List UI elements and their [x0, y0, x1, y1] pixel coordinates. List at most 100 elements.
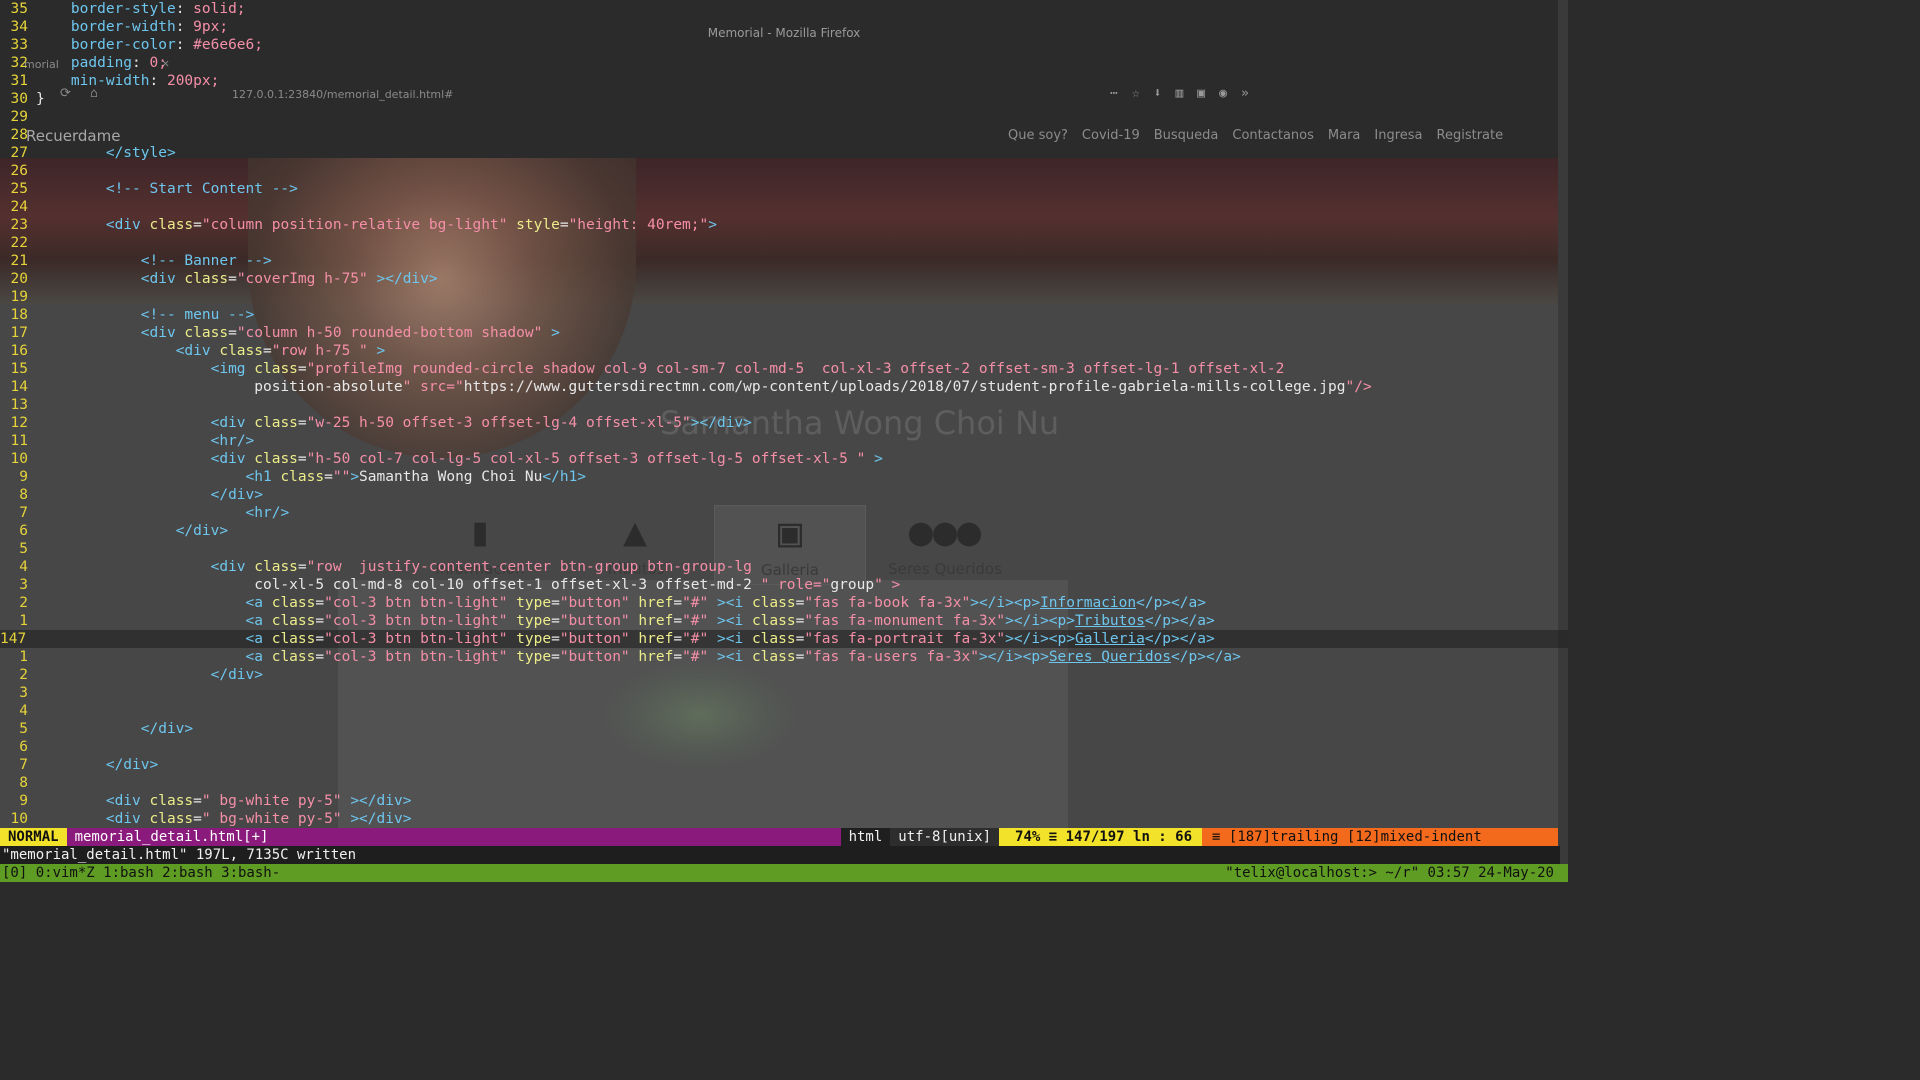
line-number: 31: [10, 73, 28, 89]
line-number: 16: [10, 343, 28, 359]
code-line[interactable]: 24: [0, 198, 1568, 216]
line-number: 147: [0, 631, 27, 647]
line-text: border-style: solid;: [70, 1, 246, 17]
code-line[interactable]: 10 <div class=" bg-white py-5" ></div>: [0, 810, 1568, 828]
line-number: 20: [10, 271, 28, 287]
code-line[interactable]: 34 border-width: 9px;: [0, 18, 1568, 36]
code-line[interactable]: 147 <a class="col-3 btn btn-light" type=…: [0, 630, 1568, 648]
code-line[interactable]: 14 position-absolute" src="https://www.g…: [0, 378, 1568, 396]
status-line: NORMAL memorial_detail.html[+] html utf-…: [0, 828, 1558, 846]
line-text: <div class=" bg-white py-5" ></div>: [105, 811, 412, 827]
line-number: 11: [10, 433, 28, 449]
code-line[interactable]: 2 <a class="col-3 btn btn-light" type="b…: [0, 594, 1568, 612]
line-text: <div class="row h-75 " >: [175, 343, 386, 359]
code-line[interactable]: 13: [0, 396, 1568, 414]
line-text: <a class="col-3 btn btn-light" type="but…: [245, 613, 1215, 629]
line-text: <div class=" bg-white py-5" ></div>: [105, 793, 412, 809]
line-number: 13: [10, 397, 28, 413]
line-number: 7: [19, 757, 28, 773]
line-number: 14: [10, 379, 28, 395]
code-line[interactable]: 30}: [0, 90, 1568, 108]
line-number: 27: [10, 145, 28, 161]
code-line[interactable]: 12 <div class="w-25 h-50 offset-3 offset…: [0, 414, 1568, 432]
line-number: 6: [19, 739, 28, 755]
line-number: 3: [19, 577, 28, 593]
code-line[interactable]: 23 <div class="column position-relative …: [0, 216, 1568, 234]
line-number: 30: [10, 91, 28, 107]
line-text: <div class="column h-50 rounded-bottom s…: [140, 325, 560, 341]
code-line[interactable]: 28: [0, 126, 1568, 144]
code-line[interactable]: 3: [0, 684, 1568, 702]
line-number: 29: [10, 109, 28, 125]
code-line[interactable]: 7 </div>: [0, 756, 1568, 774]
code-line[interactable]: 19: [0, 288, 1568, 306]
line-number: 3: [19, 685, 28, 701]
code-line[interactable]: 7 <hr/>: [0, 504, 1568, 522]
line-number: 32: [10, 55, 28, 71]
line-text: <a class="col-3 btn btn-light" type="but…: [245, 595, 1206, 611]
code-line[interactable]: 21 <!-- Banner -->: [0, 252, 1568, 270]
code-line[interactable]: 15 <img class="profileImg rounded-circle…: [0, 360, 1568, 378]
status-encoding: utf-8[unix]: [890, 828, 1000, 846]
command-line[interactable]: "memorial_detail.html" 197L, 7135C writt…: [0, 846, 1560, 864]
code-line[interactable]: 17 <div class="column h-50 rounded-botto…: [0, 324, 1568, 342]
code-line[interactable]: 16 <div class="row h-75 " >: [0, 342, 1568, 360]
code-line[interactable]: 26: [0, 162, 1568, 180]
line-text: <img class="profileImg rounded-circle sh…: [210, 361, 1285, 377]
code-line[interactable]: 3 col-xl-5 col-md-8 col-10 offset-1 offs…: [0, 576, 1568, 594]
code-line[interactable]: 35 border-style: solid;: [0, 0, 1568, 18]
code-line[interactable]: 18 <!-- menu -->: [0, 306, 1568, 324]
code-line[interactable]: 1 <a class="col-3 btn btn-light" type="b…: [0, 612, 1568, 630]
code-line[interactable]: 11 <hr/>: [0, 432, 1568, 450]
mode-indicator: NORMAL: [0, 828, 67, 846]
line-number: 33: [10, 37, 28, 53]
code-line[interactable]: 8: [0, 774, 1568, 792]
code-line[interactable]: 5 </div>: [0, 720, 1568, 738]
code-line[interactable]: 4 <div class="row justify-content-center…: [0, 558, 1568, 576]
line-number: 25: [10, 181, 28, 197]
line-number: 23: [10, 217, 28, 233]
code-line[interactable]: 22: [0, 234, 1568, 252]
line-number: 12: [10, 415, 28, 431]
line-text: border-width: 9px;: [70, 19, 229, 35]
tmux-windows[interactable]: [0] 0:vim*Z 1:bash 2:bash 3:bash-: [2, 864, 280, 882]
code-line[interactable]: 2 </div>: [0, 666, 1568, 684]
line-text: border-color: #e6e6e6;: [70, 37, 263, 53]
line-number: 9: [19, 793, 28, 809]
code-line[interactable]: 27 </style>: [0, 144, 1568, 162]
line-text: <h1 class="">Samantha Wong Choi Nu</h1>: [245, 469, 587, 485]
line-number: 15: [10, 361, 28, 377]
line-number: 7: [19, 505, 28, 521]
code-line[interactable]: 10 <div class="h-50 col-7 col-lg-5 col-x…: [0, 450, 1568, 468]
code-line[interactable]: 6 </div>: [0, 522, 1568, 540]
code-line[interactable]: 6: [0, 738, 1568, 756]
code-line[interactable]: 31 min-width: 200px;: [0, 72, 1568, 90]
code-line[interactable]: 33 border-color: #e6e6e6;: [0, 36, 1568, 54]
line-number: 2: [19, 667, 28, 683]
code-line[interactable]: 8 </div>: [0, 486, 1568, 504]
code-line[interactable]: 1 <a class="col-3 btn btn-light" type="b…: [0, 648, 1568, 666]
code-line[interactable]: 5: [0, 540, 1568, 558]
code-buffer[interactable]: 35 border-style: solid; 34 border-width: …: [0, 0, 1568, 828]
code-line[interactable]: 32 padding: 0;: [0, 54, 1568, 72]
line-number: 34: [10, 19, 28, 35]
code-line[interactable]: 25 <!-- Start Content -->: [0, 180, 1568, 198]
line-text: <hr/>: [245, 505, 290, 521]
line-text: <a class="col-3 btn btn-light" type="but…: [245, 631, 1215, 647]
status-filetype: html: [840, 828, 891, 846]
line-number: 1: [19, 613, 28, 629]
tmux-status-bar: [0] 0:vim*Z 1:bash 2:bash 3:bash- "telix…: [0, 864, 1568, 882]
vim-editor: 35 border-style: solid; 34 border-width: …: [0, 0, 1568, 882]
line-text: <!-- Banner -->: [36, 253, 272, 269]
code-line[interactable]: 29: [0, 108, 1568, 126]
line-number: 8: [19, 487, 28, 503]
code-line[interactable]: 9 <div class=" bg-white py-5" ></div>: [0, 792, 1568, 810]
line-number: 10: [10, 451, 28, 467]
code-line[interactable]: 20 <div class="coverImg h-75" ></div>: [0, 270, 1568, 288]
line-number: 17: [10, 325, 28, 341]
line-text: min-width: 200px;: [70, 73, 220, 89]
code-line[interactable]: 9 <h1 class="">Samantha Wong Choi Nu</h1…: [0, 468, 1568, 486]
line-number: 18: [10, 307, 28, 323]
code-line[interactable]: 4: [0, 702, 1568, 720]
line-text: </div>: [175, 523, 229, 539]
